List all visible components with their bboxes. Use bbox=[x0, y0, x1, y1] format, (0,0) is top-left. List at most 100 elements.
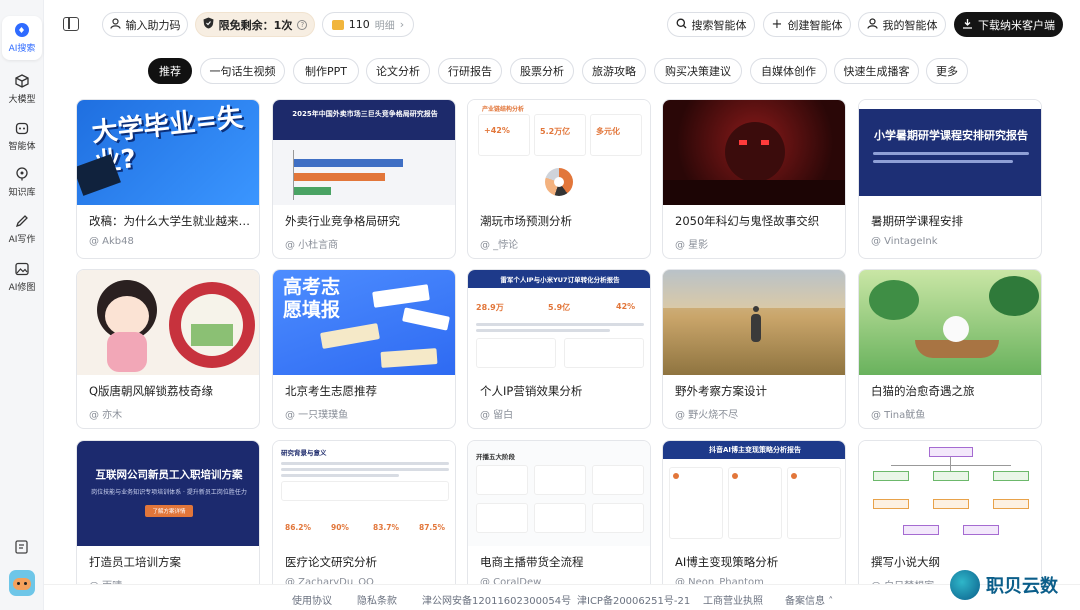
my-agent-button[interactable]: 我的智能体 bbox=[858, 12, 946, 37]
sidebar-item-agents[interactable]: 智能体 bbox=[2, 114, 42, 158]
card-thumbnail bbox=[77, 270, 259, 375]
sidebar-item-ai-writing[interactable]: AI写作 bbox=[2, 207, 42, 251]
avatar[interactable] bbox=[9, 570, 35, 596]
card-thumbnail: 2025年中国外卖市场三巨头竞争格局研究报告 bbox=[273, 100, 455, 205]
tab-recommend[interactable]: 推荐 bbox=[148, 58, 192, 84]
template-card[interactable]: Q版唐朝风解锁荔枝奇缘 @ 亦木 bbox=[76, 269, 260, 429]
card-thumbnail: 互联网公司新员工入职培训方案 岗位技能与业务知识专项培训体系 · 提升新员工岗位… bbox=[77, 441, 259, 546]
card-thumbnail: 高考志愿填报 bbox=[273, 270, 455, 375]
user-icon bbox=[866, 17, 878, 32]
sidebar-item-label: 智能体 bbox=[8, 142, 36, 152]
footer: 使用协议 隐私条款 津公网安备12011602300054号 津ICP备2000… bbox=[44, 584, 1080, 610]
card-thumbnail: 雷军个人IP与小米YU7订单转化分析报告 28.9万 5.9亿 42% bbox=[468, 270, 650, 375]
search-agent-button[interactable]: 搜索智能体 bbox=[667, 12, 755, 37]
robot-icon bbox=[14, 120, 30, 136]
card-title: 个人IP营销效果分析 bbox=[480, 384, 583, 398]
template-card[interactable]: 2050年科幻与鬼怪故事交织 @ 星影 bbox=[662, 99, 846, 259]
card-title: 北京考生志愿推荐 bbox=[285, 384, 377, 398]
card-thumbnail bbox=[663, 270, 845, 375]
police-filing-link[interactable]: 津公网安备12011602300054号 bbox=[422, 592, 571, 607]
sidebar-item-label: AI写作 bbox=[8, 235, 36, 245]
template-card[interactable]: 野外考察方案设计 @ 野火烧不尽 bbox=[662, 269, 846, 429]
sidebar-item-label: AI修图 bbox=[8, 283, 36, 293]
card-thumbnail: 小学暑期研学课程安排研究报告 bbox=[859, 100, 1041, 205]
ai-search-icon bbox=[14, 22, 30, 38]
sidebar-toggle-icon[interactable] bbox=[63, 17, 79, 31]
template-card[interactable]: 2025年中国外卖市场三巨头竞争格局研究报告 外卖行业竞争格局研究 @ 小杜言商 bbox=[272, 99, 456, 259]
card-author: @ 星影 bbox=[675, 240, 709, 251]
tab-ppt[interactable]: 制作PPT bbox=[293, 58, 359, 84]
card-title: 白猫的治愈奇遇之旅 bbox=[871, 384, 975, 398]
card-thumbnail bbox=[663, 100, 845, 205]
card-thumbnail: 研究背景与意义 86.2% 90% 83.7% 87.5% bbox=[273, 441, 455, 546]
template-card[interactable]: 大学毕业=失业? 改稿：为什么大学生就业越来越难 @ Akb48 bbox=[76, 99, 260, 259]
template-card[interactable]: 研究背景与意义 86.2% 90% 83.7% 87.5% 医疗论文研究分析 @… bbox=[272, 440, 456, 600]
template-card[interactable]: 开播五大阶段 电商主播带货全流程 @ CoralDew bbox=[467, 440, 651, 600]
card-thumbnail: 产业链结构分析 +42% 5.2万亿 多元化 bbox=[468, 100, 650, 205]
card-author: @ 一只璞璞鱼 bbox=[285, 410, 349, 421]
card-author: @ Tina鱿鱼 bbox=[871, 410, 926, 421]
tab-stock[interactable]: 股票分析 bbox=[510, 58, 574, 84]
tab-media[interactable]: 自媒体创作 bbox=[750, 58, 827, 84]
tab-paper[interactable]: 论文分析 bbox=[366, 58, 430, 84]
card-author: @ _悖论 bbox=[480, 240, 519, 251]
card-title: 暑期研学课程安排 bbox=[871, 214, 963, 228]
tab-purchase[interactable]: 购买决策建议 bbox=[654, 58, 742, 84]
card-title: AI博主变现策略分析 bbox=[675, 555, 779, 569]
icp-link[interactable]: 津ICP备20006251号-21 bbox=[577, 592, 690, 607]
free-quota-badge[interactable]: 限免剩余：1次 ? bbox=[195, 12, 315, 37]
sidebar-item-ai-retouch[interactable]: AI修图 bbox=[2, 255, 42, 299]
terms-link[interactable]: 使用协议 bbox=[292, 592, 332, 607]
download-icon bbox=[962, 18, 973, 32]
tab-travel[interactable]: 旅游攻略 bbox=[582, 58, 646, 84]
cube-icon bbox=[14, 73, 30, 89]
card-author: @ 小杜言商 bbox=[285, 240, 339, 251]
sidebar-item-label: 大模型 bbox=[8, 95, 36, 105]
template-card[interactable]: 白猫的治愈奇遇之旅 @ Tina鱿鱼 bbox=[858, 269, 1042, 429]
license-link[interactable]: 工商营业执照 bbox=[703, 592, 763, 607]
coins-balance[interactable]: 110 明细 › bbox=[322, 12, 414, 37]
shield-icon bbox=[203, 17, 214, 32]
card-title: 2050年科幻与鬼怪故事交织 bbox=[675, 214, 820, 228]
image-icon bbox=[14, 261, 30, 277]
card-title: 潮玩市场预测分析 bbox=[480, 214, 572, 228]
template-card[interactable]: 高考志愿填报 北京考生志愿推荐 @ 一只璞璞鱼 bbox=[272, 269, 456, 429]
template-card[interactable]: 互联网公司新员工入职培训方案 岗位技能与业务知识专项培训体系 · 提升新员工岗位… bbox=[76, 440, 260, 600]
tab-video[interactable]: 一句话生视频 bbox=[200, 58, 285, 84]
template-card[interactable]: 抖音AI博主变现策略分析报告 AI博主变现策略分析 @ Neon_Phantom bbox=[662, 440, 846, 600]
sidebar-item-knowledge[interactable]: 知识库 bbox=[2, 160, 42, 204]
card-author: @ 留白 bbox=[480, 410, 514, 421]
template-card[interactable]: 产业链结构分析 +42% 5.2万亿 多元化 潮玩市场预测分析 @ _悖论 bbox=[467, 99, 651, 259]
sidebar-item-ai-search[interactable]: AI搜索 bbox=[2, 16, 42, 60]
invite-code-button[interactable]: 输入助力码 bbox=[102, 12, 188, 37]
card-title: 打造员工培训方案 bbox=[89, 555, 181, 569]
sidebar: AI搜索 大模型 智能体 知识库 AI写作 AI修图 bbox=[0, 0, 79, 610]
card-thumbnail: 抖音AI博主变现策略分析报告 bbox=[663, 441, 845, 546]
template-card[interactable]: 雷军个人IP与小米YU7订单转化分析报告 28.9万 5.9亿 42% 个人IP… bbox=[467, 269, 651, 429]
card-thumbnail bbox=[859, 270, 1041, 375]
card-author: @ VintageInk bbox=[871, 236, 938, 247]
card-author: @ Akb48 bbox=[89, 236, 134, 247]
create-agent-button[interactable]: + 创建智能体 bbox=[763, 12, 851, 37]
card-title: 电商主播带货全流程 bbox=[480, 555, 584, 569]
card-title: 医疗论文研究分析 bbox=[285, 555, 377, 569]
watermark-logo-icon bbox=[950, 570, 980, 600]
help-icon: ? bbox=[297, 19, 308, 30]
card-thumbnail bbox=[859, 441, 1041, 546]
watermark: 职贝云数 bbox=[950, 566, 1076, 604]
chevron-right-icon: › bbox=[399, 18, 405, 31]
plus-icon: + bbox=[771, 17, 783, 32]
tab-research[interactable]: 行研报告 bbox=[438, 58, 502, 84]
filing-info-link[interactable]: 备案信息 ˄ bbox=[785, 592, 833, 607]
template-card[interactable]: 小学暑期研学课程安排研究报告 暑期研学课程安排 @ VintageInk bbox=[858, 99, 1042, 259]
card-title: 野外考察方案设计 bbox=[675, 384, 767, 398]
sidebar-item-models[interactable]: 大模型 bbox=[2, 67, 42, 111]
knowledge-icon bbox=[14, 166, 30, 182]
tab-more[interactable]: 更多 bbox=[926, 58, 968, 84]
notes-icon[interactable] bbox=[15, 540, 29, 554]
privacy-link[interactable]: 隐私条款 bbox=[357, 592, 397, 607]
download-client-button[interactable]: 下载纳米客户端 bbox=[954, 12, 1063, 37]
card-author: @ 野火烧不尽 bbox=[675, 410, 739, 421]
card-title: 改稿：为什么大学生就业越来越难 bbox=[89, 214, 253, 228]
tab-podcast[interactable]: 快速生成播客 bbox=[834, 58, 919, 84]
